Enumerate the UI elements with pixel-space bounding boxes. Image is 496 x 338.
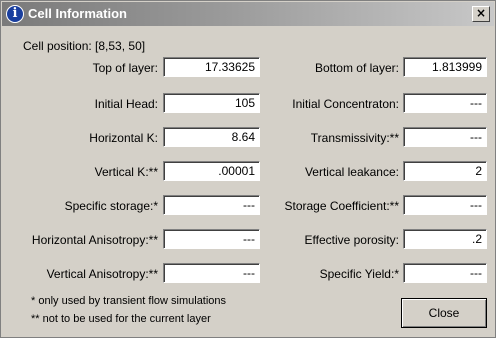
specific-storage-label: Specific storage:* xyxy=(64,199,158,213)
close-icon[interactable]: × xyxy=(472,6,490,22)
initial-concentration-field[interactable]: --- xyxy=(403,93,487,113)
initial-head-field[interactable]: 105 xyxy=(163,93,260,113)
title-bar[interactable]: i Cell Information × xyxy=(2,2,494,26)
transient-note: * only used by transient flow simulation… xyxy=(31,295,227,307)
effective-porosity-label: Effective porosity: xyxy=(304,233,400,247)
transmissivity-label: Transmissivity:** xyxy=(310,131,399,145)
horizontal-anisotropy-field[interactable]: --- xyxy=(163,229,260,249)
horizontal-k-label: Horizontal K: xyxy=(89,131,158,145)
specific-yield-field[interactable]: --- xyxy=(403,263,487,283)
specific-yield-label: Specific Yield:* xyxy=(319,267,399,281)
vertical-leakance-label: Vertical leakance: xyxy=(304,165,399,179)
top-of-layer-label: Top of layer: xyxy=(92,61,158,75)
transmissivity-field[interactable]: --- xyxy=(403,127,487,147)
bottom-of-layer-label: Bottom of layer: xyxy=(314,61,399,75)
top-of-layer-field[interactable]: 17.33625 xyxy=(163,57,260,77)
storage-coefficient-field[interactable]: --- xyxy=(403,195,487,215)
vertical-anisotropy-field[interactable]: --- xyxy=(163,263,260,283)
close-button[interactable]: Close xyxy=(401,298,487,328)
vertical-anisotropy-label: Vertical Anisotropy:** xyxy=(46,267,158,281)
effective-porosity-field[interactable]: .2 xyxy=(403,229,487,249)
horizontal-anisotropy-label: Horizontal Anisotropy:** xyxy=(31,233,158,247)
cell-information-dialog: i Cell Information × Cell position: [8,5… xyxy=(0,0,496,338)
initial-concentration-label: Initial Concentraton: xyxy=(292,97,399,111)
storage-coefficient-label: Storage Coefficient:** xyxy=(284,199,399,213)
vertical-k-field[interactable]: .00001 xyxy=(163,161,260,181)
vertical-k-label: Vertical K:** xyxy=(94,165,158,179)
info-icon: i xyxy=(6,5,24,23)
horizontal-k-field[interactable]: 8.64 xyxy=(163,127,260,147)
dialog-title: Cell Information xyxy=(28,6,127,21)
vertical-leakance-field[interactable]: 2 xyxy=(403,161,487,181)
bottom-of-layer-field[interactable]: 1.813999 xyxy=(403,57,487,77)
specific-storage-field[interactable]: --- xyxy=(163,195,260,215)
cell-position: Cell position: [8,53, 50] xyxy=(23,39,146,53)
initial-head-label: Initial Head: xyxy=(94,97,158,111)
current-layer-note: ** not to be used for the current layer xyxy=(31,313,211,325)
